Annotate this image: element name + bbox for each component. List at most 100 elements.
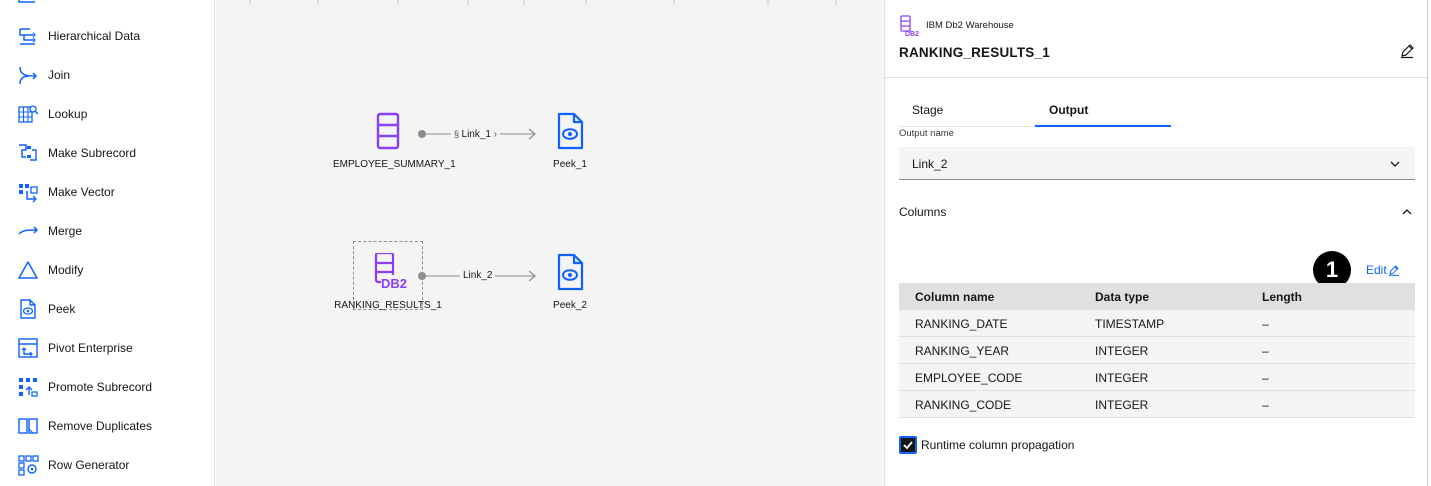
palette-item-lookup[interactable]: Lookup <box>0 94 214 133</box>
chevron-down-icon <box>1390 161 1400 167</box>
palette-item-label: Lookup <box>48 106 88 121</box>
palette-item-label: Make Vector <box>48 184 115 199</box>
stage-properties-panel: DB2 IBM Db2 Warehouse RANKING_RESULTS_1 … <box>884 0 1428 486</box>
cell-data-type: INTEGER <box>1095 398 1149 412</box>
palette-item-modify[interactable]: Modify <box>0 250 214 289</box>
promote-subrecord-icon <box>19 377 38 397</box>
link-1-label[interactable]: § Link_1 › <box>451 128 501 141</box>
palette-item-label: Join <box>48 67 71 82</box>
palette-item-label: Hierarchical Data <box>48 28 141 43</box>
cell-length: – <box>1262 344 1269 358</box>
cell-length: – <box>1262 371 1269 385</box>
panel-scrollbar-edge <box>1427 0 1431 486</box>
peek-icon <box>557 112 584 150</box>
node-employee-summary[interactable]: EMPLOYEE_SUMMARY_1 <box>333 112 456 182</box>
node-label: EMPLOYEE_SUMMARY_1 <box>333 159 456 170</box>
palette-item-pivot-enterprise[interactable]: Pivot Enterprise <box>0 328 214 367</box>
palette-item-label: Pivot Enterprise <box>48 340 133 355</box>
remove-duplicates-icon <box>18 417 38 434</box>
node-peek-1[interactable]: Peek_1 <box>515 112 625 182</box>
pencil-icon <box>1388 265 1399 276</box>
modify-icon <box>18 260 38 279</box>
cell-column-name: RANKING_DATE <box>915 317 1008 331</box>
runtime-propagation-label: Runtime column propagation <box>921 438 1075 452</box>
cell-length: – <box>1262 398 1269 412</box>
stage-palette: Hierarchical Data Join Lookup Make Subre… <box>0 0 215 486</box>
svg-text:DB2: DB2 <box>905 31 919 37</box>
table-row: RANKING_DATE TIMESTAMP – <box>899 310 1415 337</box>
table-header-row: Column name Data type Length <box>899 283 1415 310</box>
header-divider <box>885 77 1428 78</box>
output-name-value: Link_2 <box>912 157 948 171</box>
palette-item-remove-duplicates[interactable]: Remove Duplicates <box>0 406 214 445</box>
chevron-up-icon <box>1402 209 1412 215</box>
palette-item-label: Make Subrecord <box>48 145 137 160</box>
flow-canvas[interactable]: EMPLOYEE_SUMMARY_1 § Link_1 › Peek_1 DB2… <box>216 0 884 486</box>
svg-text:DB2: DB2 <box>381 276 407 291</box>
checkmark-icon <box>903 441 913 450</box>
columns-table: Column name Data type Length RANKING_DAT… <box>899 283 1415 418</box>
make-vector-icon <box>19 183 38 202</box>
tab-selected-indicator <box>1035 125 1171 127</box>
columns-accordion-header[interactable]: Columns <box>885 196 1428 228</box>
palette-item-row-generator[interactable]: Row Generator <box>0 445 214 484</box>
palette-item-label: Remove Duplicates <box>48 418 153 433</box>
columns-title: Columns <box>899 205 947 219</box>
join-icon <box>19 66 38 84</box>
peek-icon <box>20 298 36 319</box>
palette-item-partial-icon <box>18 0 35 3</box>
cell-column-name: RANKING_YEAR <box>915 344 1010 358</box>
edit-columns-link[interactable]: Edit <box>1366 262 1400 278</box>
edit-stage-name-button[interactable] <box>1399 43 1415 59</box>
node-label: RANKING_RESULTS_1 <box>334 300 442 311</box>
hierarchical-data-icon <box>19 27 36 45</box>
stage-name-title: RANKING_RESULTS_1 <box>899 45 1050 60</box>
cell-column-name: RANKING_CODE <box>915 398 1012 412</box>
palette-item-peek[interactable]: Peek <box>0 289 214 328</box>
output-name-label: Output name <box>899 128 954 139</box>
lookup-icon <box>18 104 39 123</box>
palette-item-hierarchical-data[interactable]: Hierarchical Data <box>0 16 214 55</box>
palette-item-join[interactable]: Join <box>0 55 214 94</box>
palette-item-merge[interactable]: Merge <box>0 211 214 250</box>
edit-columns-label: Edit <box>1366 263 1387 277</box>
palette-item-promote-subrecord[interactable]: Promote Subrecord <box>0 367 214 406</box>
row-generator-icon <box>18 454 39 476</box>
merge-icon <box>18 225 39 235</box>
link-type-icon: § <box>454 129 462 139</box>
pivot-enterprise-icon <box>18 337 38 358</box>
pencil-icon <box>1401 44 1414 59</box>
tab-output[interactable]: Output <box>1049 98 1171 127</box>
table-row: RANKING_CODE INTEGER – <box>899 391 1415 418</box>
tab-stage[interactable]: Stage <box>912 98 1032 127</box>
node-ranking-results[interactable]: DB2 RANKING_RESULTS_1 <box>333 253 443 323</box>
cell-data-type: INTEGER <box>1095 344 1149 358</box>
column-header-length[interactable]: Length <box>1262 290 1302 304</box>
cell-data-type: TIMESTAMP <box>1095 317 1165 331</box>
cell-length: – <box>1262 317 1269 331</box>
link-2-label[interactable]: Link_2 <box>460 270 496 282</box>
column-header-name[interactable]: Column name <box>915 290 994 304</box>
table-row: EMPLOYEE_CODE INTEGER – <box>899 364 1415 391</box>
palette-item-label: Modify <box>48 262 84 277</box>
table-row: RANKING_YEAR INTEGER – <box>899 337 1415 364</box>
make-subrecord-icon <box>19 143 37 161</box>
canvas-top-ruler <box>249 0 837 5</box>
db2-icon: DB2 <box>374 253 407 291</box>
cell-data-type: INTEGER <box>1095 371 1149 385</box>
runtime-propagation-checkbox[interactable] <box>899 436 917 454</box>
palette-item-make-vector[interactable]: Make Vector <box>0 172 214 211</box>
palette-item-label: Merge <box>48 223 83 238</box>
palette-item-make-subrecord[interactable]: Make Subrecord <box>0 133 214 172</box>
database-table-icon <box>376 112 400 150</box>
connector-type-label: IBM Db2 Warehouse <box>926 20 1014 31</box>
palette-item-label: Promote Subrecord <box>48 379 153 394</box>
node-peek-2[interactable]: Peek_2 <box>515 253 625 323</box>
output-name-dropdown[interactable]: Link_2 <box>899 147 1415 180</box>
palette-item-label: Row Generator <box>48 457 130 472</box>
peek-icon <box>557 253 584 291</box>
node-label: Peek_1 <box>553 159 587 170</box>
palette-item-label: Peek <box>48 301 76 316</box>
column-header-type[interactable]: Data type <box>1095 290 1149 304</box>
node-label: Peek_2 <box>553 300 587 311</box>
